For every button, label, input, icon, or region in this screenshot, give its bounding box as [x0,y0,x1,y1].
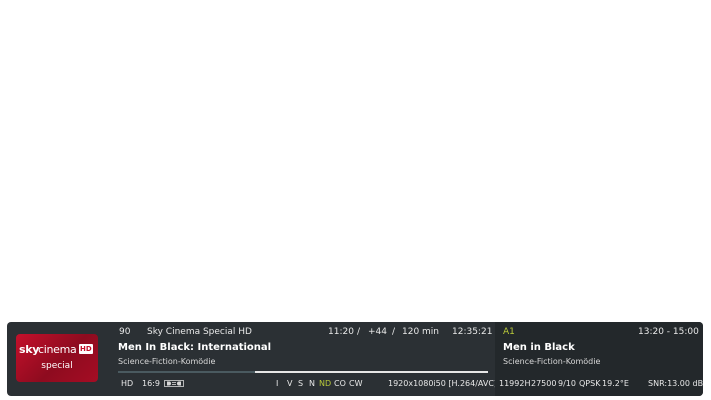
flag-v: V [287,379,293,388]
tuner-modulation: QPSK [579,379,601,388]
infobar: sky cinema HD special 90 Sky Cinema Spec… [7,322,703,396]
logo-word: cinema [38,343,77,356]
logo-badge: HD [79,344,93,354]
tuner-position: 19.2°E [602,379,629,388]
program-title: Men In Black: International [118,342,272,353]
tuner-fec: 9/10 [558,379,576,388]
program-elapsed: +44 [368,327,387,337]
next-title: Men in Black [503,342,575,353]
program-progress-bar [118,371,488,373]
flag-co: CO [334,379,346,388]
flag-nd: ND [319,379,332,388]
tuner-frequency: 11992H [499,379,531,388]
flag-s: S [298,379,304,388]
program-duration: 120 min [402,327,440,337]
next-slot: A1 [503,327,515,337]
current-program: 90 Sky Cinema Special HD 11:20 / +44 / 1… [110,322,498,396]
video-resolution: 1920x1080i50 [H.264/AVC] [388,379,498,388]
channel-logo-area: sky cinema HD special [7,322,110,396]
next-program-panel: A1 13:20 - 15:00 Men in Black Science-Fi… [495,322,703,396]
program-genre: Science-Fiction-Komödie [118,357,216,366]
tuner-snr: SNR:13.00 dB [648,379,703,388]
channel-logo: sky cinema HD special [16,334,98,382]
dolby-icon [164,380,184,387]
program-start: 11:20 [328,327,354,337]
clock: 12:35:21 [452,327,493,337]
hd-flag: HD [121,379,134,388]
program-progress-fill [118,371,255,373]
next-time: 13:20 - 15:00 [638,327,699,337]
channel-number: 90 [119,327,131,337]
aspect-flag: 16:9 [142,379,160,388]
flag-n: N [309,379,315,388]
flag-cw: CW [349,379,363,388]
flag-i: I [276,379,279,388]
tuner-symbolrate: 27500 [531,379,557,388]
logo-brand: sky [19,343,40,356]
logo-sub: special [41,361,73,371]
separator: / [357,327,361,337]
separator: / [392,327,396,337]
next-genre: Science-Fiction-Komödie [503,357,601,366]
channel-name: Sky Cinema Special HD [147,327,252,337]
